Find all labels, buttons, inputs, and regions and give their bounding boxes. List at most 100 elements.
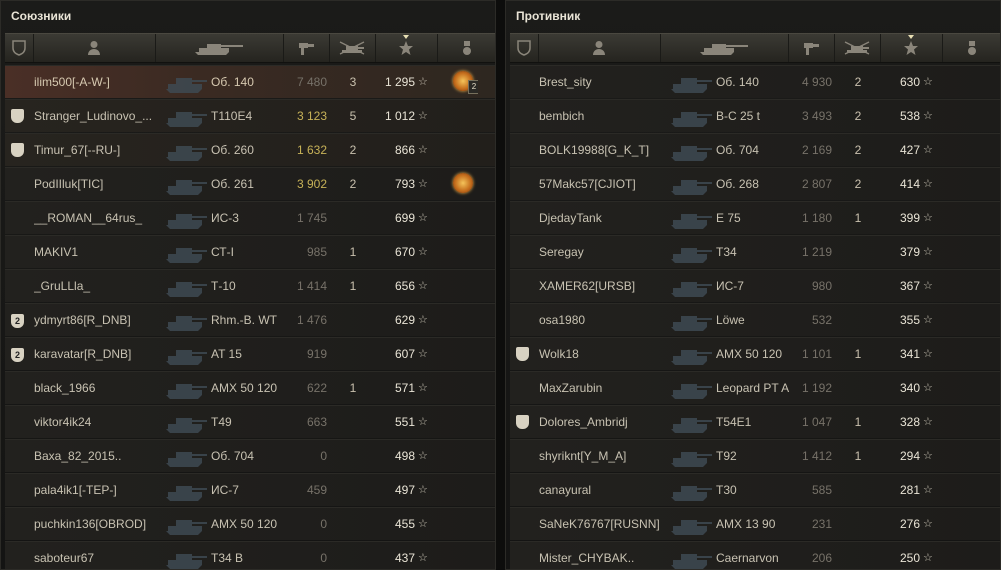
header-frags-column[interactable] xyxy=(329,34,376,62)
sort-desc-icon xyxy=(403,35,409,39)
player-row[interactable]: canayural T30 585 281 ☆ xyxy=(510,473,1000,506)
xp-value: 399 xyxy=(899,211,920,225)
player-row[interactable]: saboteur67 T34 B 0 437 ☆ xyxy=(5,541,495,569)
player-icon xyxy=(87,40,101,56)
damage-value: 1 192 xyxy=(801,381,832,395)
damage-value: 1 101 xyxy=(801,347,832,361)
enemies-title: Противник xyxy=(516,9,581,23)
header-tank-column[interactable] xyxy=(155,34,284,62)
squad-badge xyxy=(516,440,532,472)
player-row[interactable]: black_1966 AMX 50 120 622 1 571 ☆ xyxy=(5,371,495,404)
xp-value: 1 012 xyxy=(384,109,415,123)
frags-value: 1 xyxy=(854,347,862,361)
xp-star-icon: ☆ xyxy=(923,450,933,462)
player-row[interactable]: 2 ydmyrt86[R_DNB] Rhm.-B. WT 1 476 629 ☆ xyxy=(5,303,495,336)
player-row[interactable]: puchkin136[OBROD] AMX 50 120 0 455 ☆ xyxy=(5,507,495,540)
xp-value: 427 xyxy=(899,143,920,157)
tank-icon xyxy=(156,542,212,569)
player-row[interactable]: pala4ik1[-TEP-] ИС-7 459 497 ☆ xyxy=(5,473,495,506)
player-row[interactable]: DjedayTank E 75 1 180 1 399 ☆ xyxy=(510,201,1000,234)
damage-value: 1 047 xyxy=(801,415,832,429)
tank-name: AMX 13 90 xyxy=(716,517,776,531)
medal-slot xyxy=(448,508,478,540)
squad-badge xyxy=(516,202,532,234)
xp-star-icon: ☆ xyxy=(418,178,428,190)
damage-value: 1 219 xyxy=(801,245,832,259)
frags-value: 2 xyxy=(854,75,862,89)
xp-value: 341 xyxy=(899,347,920,361)
player-row[interactable]: Baxa_82_2015.. Об. 704 0 498 ☆ xyxy=(5,439,495,472)
header-damage-column[interactable] xyxy=(788,34,835,62)
player-row[interactable]: XAMER62[URSB] ИС-7 980 367 ☆ xyxy=(510,269,1000,302)
xp-star-icon: ☆ xyxy=(923,552,933,564)
tank-name: T110E4 xyxy=(211,109,253,123)
tank-name: СТ-I xyxy=(211,245,234,259)
squad-badge xyxy=(516,406,532,438)
squad-badge: 2 xyxy=(11,338,27,370)
frags-value xyxy=(343,474,363,506)
medal-slot xyxy=(953,338,983,370)
tank-icon xyxy=(156,134,212,166)
player-row[interactable]: osa1980 Löwe 532 355 ☆ xyxy=(510,303,1000,336)
player-row[interactable]: Brest_sity Об. 140 4 930 2 630 ☆ xyxy=(510,65,1000,98)
xp-star-icon: ☆ xyxy=(418,416,428,428)
player-row[interactable]: PodIIluk[TIC] Об. 261 3 902 2 793 ☆ xyxy=(5,167,495,200)
player-row[interactable]: Dolores_Ambridj T54E1 1 047 1 328 ☆ xyxy=(510,405,1000,438)
squad-badge xyxy=(11,202,27,234)
xp-value: 607 xyxy=(394,347,415,361)
medal-slot: 2 xyxy=(448,66,478,98)
medal-icon[interactable] xyxy=(453,173,473,193)
player-row[interactable]: BOLK19988[G_K_T] Об. 704 2 169 2 427 ☆ xyxy=(510,133,1000,166)
player-row[interactable]: SaNeK76767[RUSNN] AMX 13 90 231 276 ☆ xyxy=(510,507,1000,540)
player-name: karavatar[R_DNB] xyxy=(34,347,132,361)
squad-badge xyxy=(516,474,532,506)
player-row[interactable]: __ROMAN__64rus_ ИС-3 1 745 699 ☆ xyxy=(5,201,495,234)
damage-value: 532 xyxy=(811,313,832,327)
player-row[interactable]: MaxZarubin Leopard PT A 1 192 340 ☆ xyxy=(510,371,1000,404)
player-row[interactable]: Stranger_Ludinovo_... T110E4 3 123 5 1 012 ☆ xyxy=(5,99,495,132)
xp-value: 294 xyxy=(899,449,920,463)
header-squad-column[interactable] xyxy=(510,34,539,62)
squad-badge xyxy=(516,100,532,132)
player-row[interactable]: shyriknt[Y_M_A] T92 1 412 1 294 ☆ xyxy=(510,439,1000,472)
frags-value xyxy=(343,508,363,540)
tank-icon xyxy=(156,338,212,370)
player-row[interactable]: MAKIV1 СТ-I 985 1 670 ☆ xyxy=(5,235,495,268)
damage-value: 1 412 xyxy=(801,449,832,463)
squad-badge xyxy=(516,508,532,540)
player-name: Timur_67[--RU-] xyxy=(34,143,121,157)
squad-badge xyxy=(11,134,27,166)
tank-name: ИС-3 xyxy=(211,211,239,225)
header-medal-column[interactable] xyxy=(942,34,1000,62)
player-row[interactable]: 2 karavatar[R_DNB] AT 15 919 607 ☆ xyxy=(5,337,495,370)
player-row[interactable]: ilim500[-A-W-] Об. 140 7 480 3 1 295 ☆ 2 xyxy=(5,65,495,98)
player-row[interactable]: Timur_67[--RU-] Об. 260 1 632 2 866 ☆ xyxy=(5,133,495,166)
player-row[interactable]: Mister_CHYBAK.. Caernarvon 206 250 ☆ xyxy=(510,541,1000,569)
player-row[interactable]: _GruLLla_ Т-10 1 414 1 656 ☆ xyxy=(5,269,495,302)
medal-slot xyxy=(448,202,478,234)
player-row[interactable]: viktor4ik24 T49 663 551 ☆ xyxy=(5,405,495,438)
header-frags-column[interactable] xyxy=(834,34,881,62)
squad-shield-icon xyxy=(517,40,531,56)
header-damage-column[interactable] xyxy=(283,34,330,62)
header-player-column[interactable] xyxy=(538,34,661,62)
medal-slot xyxy=(448,100,478,132)
squad-badge xyxy=(516,66,532,98)
damage-value: 663 xyxy=(306,415,327,429)
header-squad-column[interactable] xyxy=(5,34,34,62)
header-medal-column[interactable] xyxy=(437,34,495,62)
tank-name: Об. 140 xyxy=(716,75,759,89)
header-xp-column[interactable] xyxy=(375,34,438,62)
header-tank-column[interactable] xyxy=(660,34,789,62)
frags-value: 3 xyxy=(349,75,357,89)
header-player-column[interactable] xyxy=(33,34,156,62)
tank-icon xyxy=(156,372,212,404)
player-row[interactable]: Wolk18 AMX 50 120 1 101 1 341 ☆ xyxy=(510,337,1000,370)
squad-badge xyxy=(11,236,27,268)
header-xp-column[interactable] xyxy=(880,34,943,62)
tank-icon xyxy=(661,338,717,370)
player-row[interactable]: 57Makc57[CJIOT] Об. 268 2 807 2 414 ☆ xyxy=(510,167,1000,200)
player-row[interactable]: Seregay T34 1 219 379 ☆ xyxy=(510,235,1000,268)
squad-shield-icon: 2 xyxy=(11,348,24,362)
player-row[interactable]: bembich B-C 25 t 3 493 2 538 ☆ xyxy=(510,99,1000,132)
